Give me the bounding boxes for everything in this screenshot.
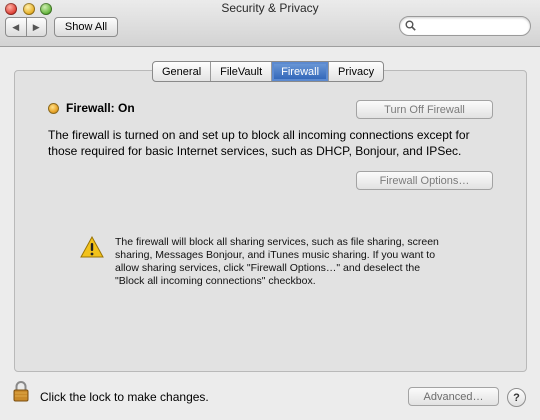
tab-filevault[interactable]: FileVault bbox=[210, 62, 271, 81]
firewall-status-indicator bbox=[48, 103, 59, 114]
search-field[interactable] bbox=[399, 16, 531, 36]
back-button[interactable]: ◀ bbox=[6, 18, 26, 36]
sharing-warning-text: The firewall will block all sharing serv… bbox=[115, 236, 439, 287]
show-all-button[interactable]: Show All bbox=[54, 17, 118, 37]
tab-bar: General FileVault Firewall Privacy bbox=[152, 61, 385, 82]
search-icon bbox=[405, 20, 416, 31]
forward-button[interactable]: ▶ bbox=[25, 18, 47, 36]
help-button[interactable]: ? bbox=[507, 388, 526, 407]
tab-general[interactable]: General bbox=[153, 62, 210, 81]
lock-hint-text: Click the lock to make changes. bbox=[40, 390, 209, 404]
tab-firewall[interactable]: Firewall bbox=[271, 62, 329, 81]
warning-icon bbox=[80, 236, 104, 258]
firewall-description: The firewall is turned on and set up to … bbox=[48, 128, 470, 158]
search-input[interactable] bbox=[418, 18, 523, 32]
back-forward-group: ◀ ▶ bbox=[5, 17, 47, 37]
window-title: Security & Privacy bbox=[221, 1, 319, 15]
turn-off-firewall-button[interactable]: Turn Off Firewall bbox=[356, 100, 493, 119]
advanced-button[interactable]: Advanced… bbox=[408, 387, 499, 406]
tab-privacy[interactable]: Privacy bbox=[328, 62, 383, 81]
security-privacy-window: Security & Privacy ◀ ▶ Show All General … bbox=[0, 0, 540, 420]
lock-icon[interactable] bbox=[13, 380, 29, 402]
title-bar: Security & Privacy ◀ ▶ Show All bbox=[0, 0, 540, 47]
firewall-options-button[interactable]: Firewall Options… bbox=[356, 171, 493, 190]
firewall-status-label: Firewall: On bbox=[66, 101, 135, 115]
